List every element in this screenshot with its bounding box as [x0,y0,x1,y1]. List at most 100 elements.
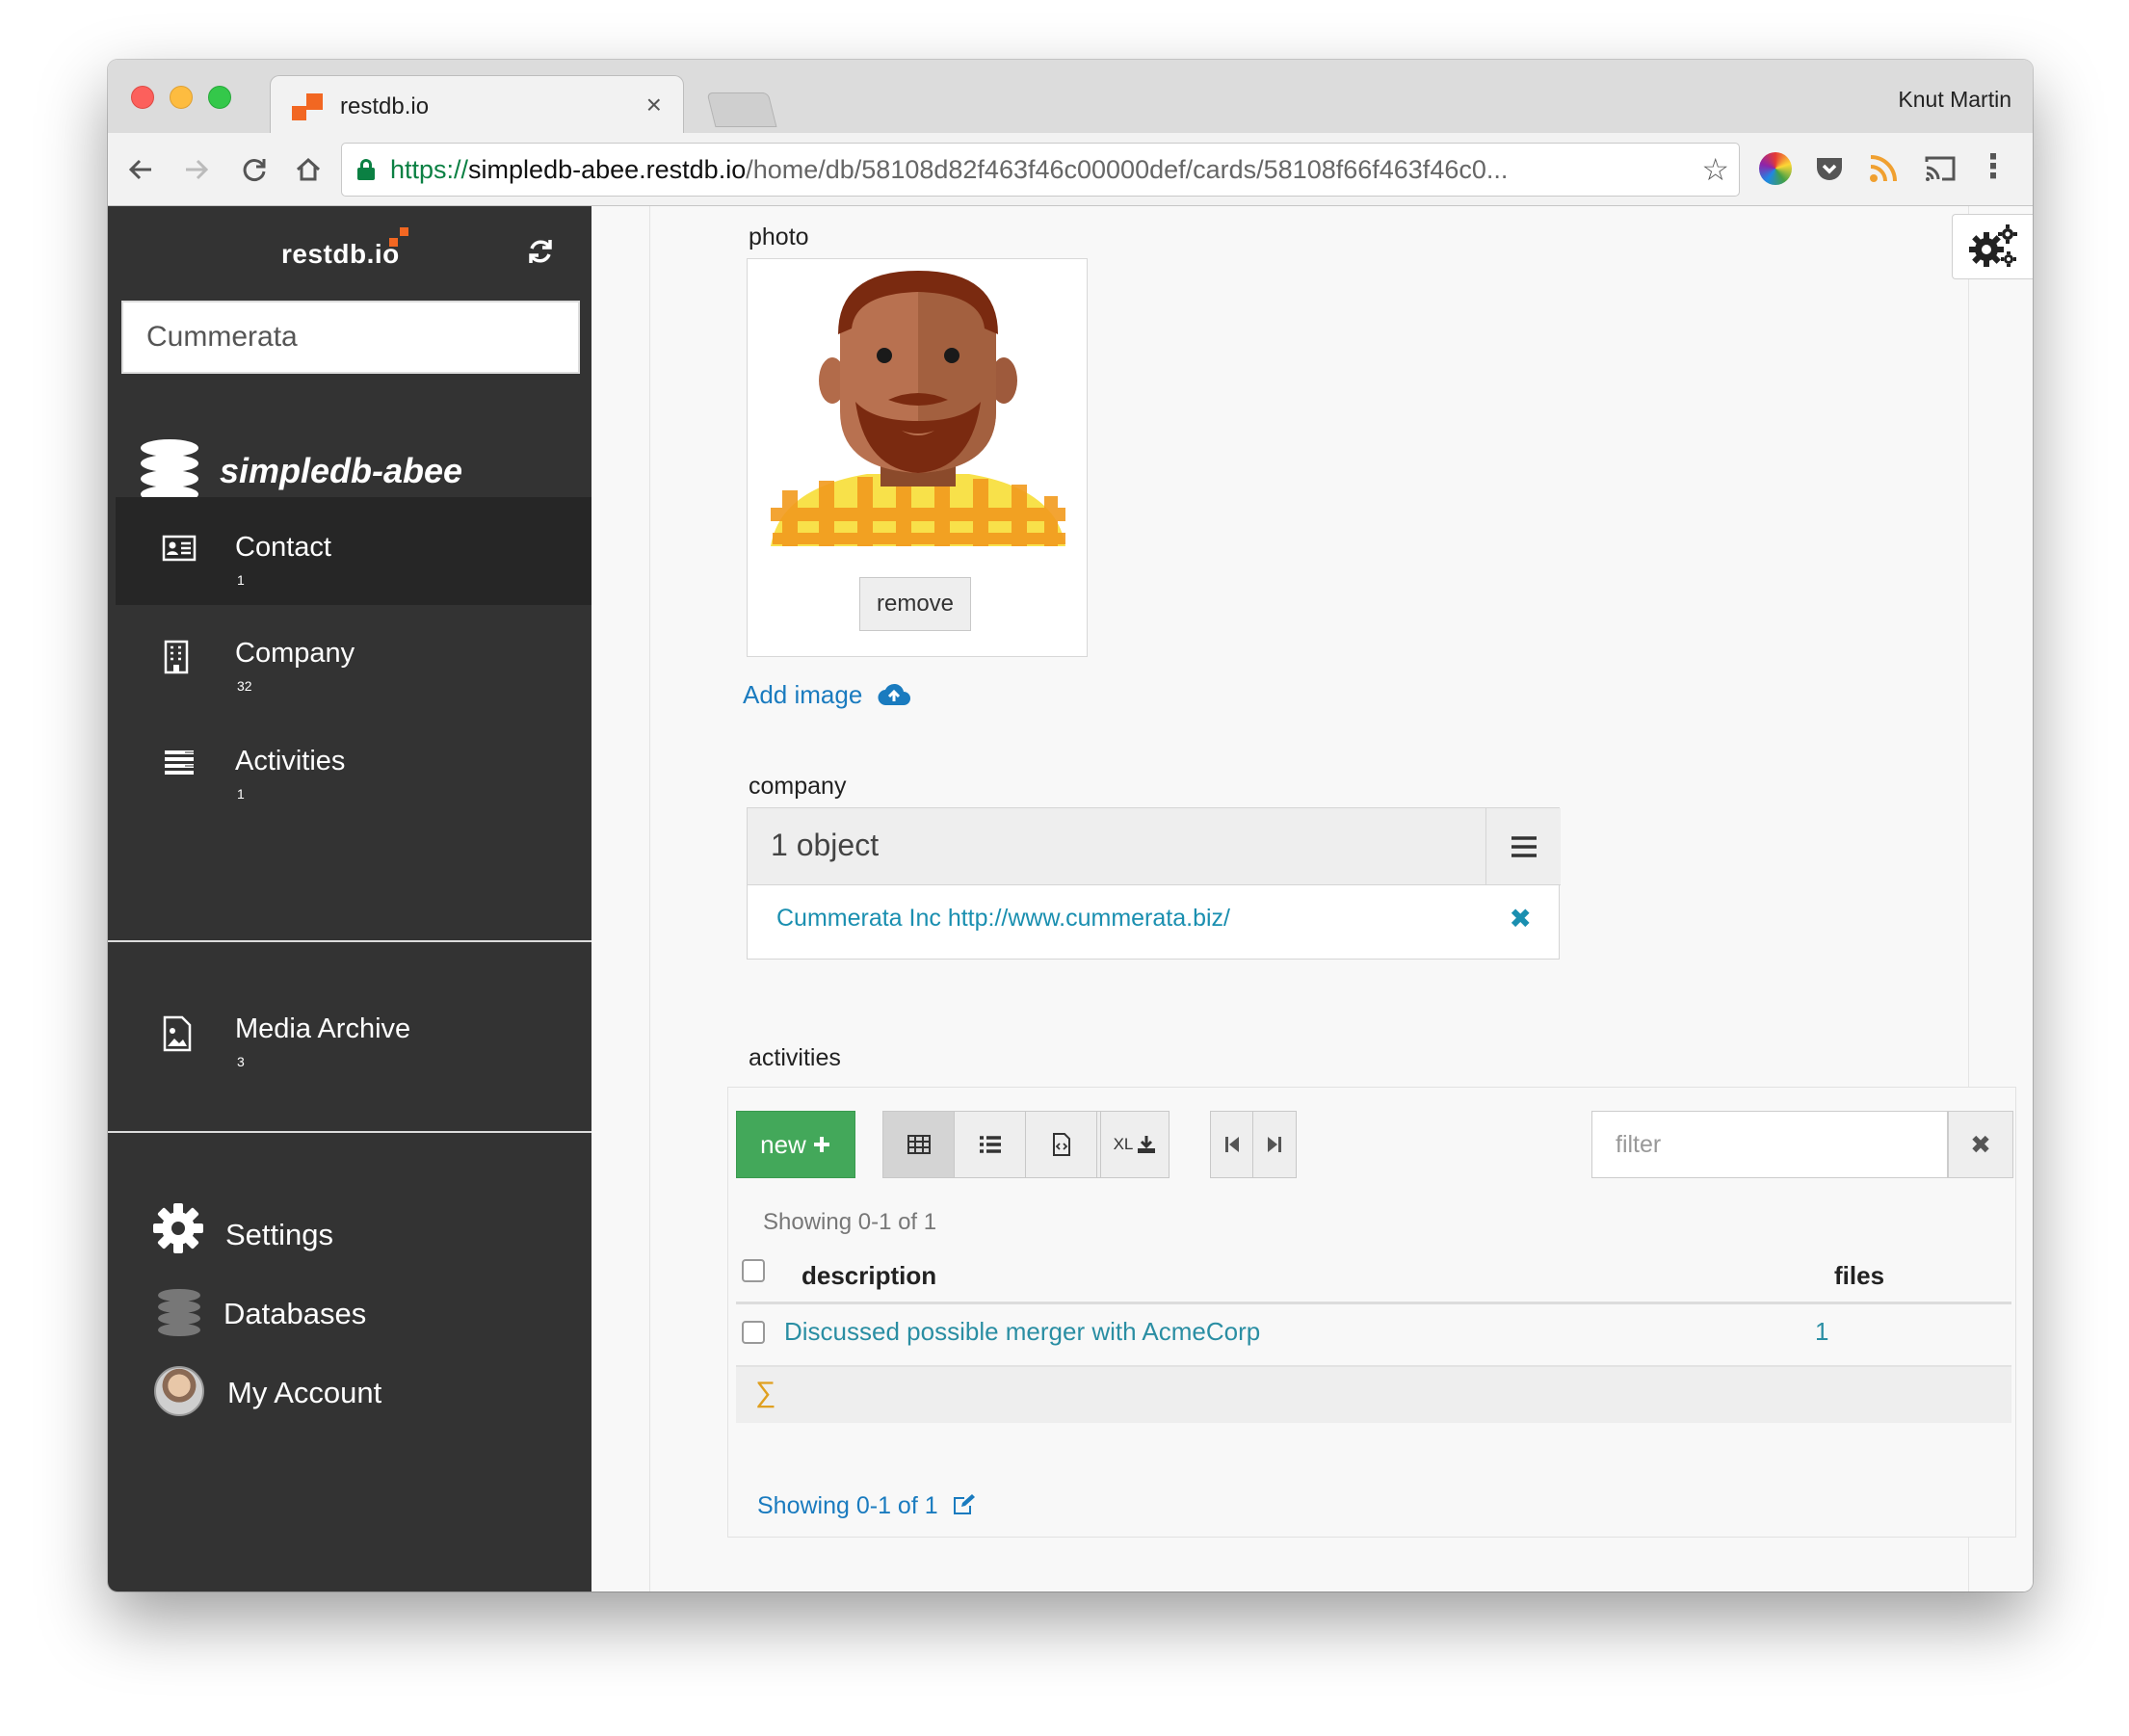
sidebar-item-count: 32 [237,678,252,694]
company-count: 1 object [771,828,880,862]
add-image-label: Add image [743,680,863,709]
color-picker-extension-icon[interactable] [1759,152,1792,185]
sidebar-item-contact[interactable]: Contact 1 [116,497,591,605]
select-all-checkbox[interactable] [742,1259,765,1282]
sidebar-item-label: Settings [225,1218,334,1251]
back-arrow-icon[interactable] [119,148,162,191]
bookmark-star-icon[interactable]: ☆ [1701,151,1729,188]
sidebar-item-media-archive[interactable]: Media Archive 3 [116,979,591,1087]
tab-strip: restdb.io × Knut Martin [108,60,2033,135]
company-field: 1 object Cummerata Inc http://www.cummer… [747,807,1561,960]
browser-tab[interactable]: restdb.io × [270,75,684,135]
main-content: photo remove Add image company 1 object … [591,206,2033,1591]
company-label: company [749,773,847,800]
step-forward-icon [1268,1137,1281,1152]
contact-card-icon [162,534,197,566]
list-view-button[interactable] [955,1112,1026,1177]
zoom-window-button[interactable] [208,86,231,109]
first-page-button[interactable] [1211,1112,1253,1177]
edit-icon [953,1494,975,1514]
plus-icon [813,1137,829,1152]
reload-icon[interactable] [233,148,276,191]
filter-input[interactable]: filter [1591,1111,1948,1178]
sidebar-item-count: 1 [237,786,245,802]
row-checkbox[interactable] [742,1321,765,1344]
lock-icon [357,159,375,180]
brand-mark-icon [389,227,408,247]
hamburger-menu-icon[interactable] [1485,808,1561,885]
browser-menu-icon[interactable]: ⋮ [1977,150,2010,185]
gears-icon [1968,224,2017,267]
sigma-icon[interactable]: ∑ [755,1377,775,1409]
clear-filter-icon[interactable]: ✖ [1948,1111,2013,1178]
image-file-icon [162,1015,197,1052]
table-row-files[interactable]: 1 [1815,1317,1828,1347]
sidebar-search-input[interactable]: Cummerata [121,301,580,374]
sidebar-item-count: 1 [237,572,245,588]
minimize-window-button[interactable] [170,86,193,109]
sidebar-item-company[interactable]: Company 32 [116,603,591,711]
url-text: https://simpledb-abee.restdb.io/home/db/… [390,155,1509,184]
export-excel-button[interactable]: XL [1101,1112,1169,1177]
photo-label: photo [749,224,809,250]
cast-icon[interactable] [1923,152,1956,185]
list-icon [979,1136,1001,1153]
restdb-favicon-icon [292,93,323,120]
company-header: 1 object [748,808,1561,885]
profile-name[interactable]: Knut Martin [1898,87,2011,113]
last-page-button[interactable] [1253,1112,1296,1177]
address-bar[interactable]: https://simpledb-abee.restdb.io/home/db/… [341,143,1740,197]
browser-window: restdb.io × Knut Martin https://simpledb… [108,60,2033,1591]
cloud-upload-icon [878,682,910,714]
record-count: Showing 0-1 of 1 [763,1209,937,1235]
sidebar-item-count: 3 [237,1054,245,1069]
table-view-button[interactable] [883,1112,955,1177]
step-backward-icon [1224,1137,1239,1152]
table-icon [907,1135,931,1154]
download-icon [1138,1136,1156,1153]
sidebar-item-label: Contact [235,532,331,563]
new-button-label: new [760,1129,806,1159]
code-view-button[interactable] [1026,1112,1097,1177]
sum-row: ∑ [736,1367,2011,1423]
sidebar-item-label: My Account [227,1376,382,1409]
remove-photo-button[interactable]: remove [859,577,971,631]
home-icon[interactable] [287,148,329,191]
company-item-link[interactable]: Cummerata Inc http://www.cummerata.biz/ [776,905,1230,933]
showing-link-label: Showing 0-1 of 1 [757,1492,938,1519]
column-header-files[interactable]: files [1834,1261,1884,1291]
forward-arrow-icon[interactable] [175,148,218,191]
database-header[interactable]: simpledb-abee development [108,410,591,512]
sidebar-item-label: Media Archive [235,1013,411,1044]
refresh-icon[interactable] [526,237,555,275]
database-icon [141,439,198,505]
rss-icon[interactable] [1867,152,1900,185]
settings-cog-button[interactable] [1952,214,2033,279]
code-file-icon [1052,1133,1070,1156]
new-activity-button[interactable]: new [736,1111,855,1178]
activities-label: activities [749,1044,841,1071]
tab-title: restdb.io [340,93,430,119]
person-avatar-image [771,271,1065,546]
column-header-description[interactable]: description [802,1261,936,1291]
pagination-group [1210,1111,1297,1178]
showing-link[interactable]: Showing 0-1 of 1 [757,1492,976,1520]
pocket-icon[interactable] [1813,152,1846,185]
add-image-link[interactable]: Add image [743,680,910,714]
list-icon [162,748,197,780]
sidebar-divider [108,1131,591,1133]
sidebar-item-my-account[interactable]: My Account [108,1362,591,1430]
sidebar-item-settings[interactable]: Settings [108,1197,591,1264]
remove-company-icon[interactable]: ✖ [1510,903,1532,934]
sidebar-item-activities[interactable]: Activities 1 [116,711,591,819]
sidebar: restdb.io Cummerata simpledb-abee develo… [108,206,591,1591]
table-row-description[interactable]: Discussed possible merger with AcmeCorp [784,1317,1260,1347]
new-tab-button[interactable] [706,92,777,127]
brand-logo[interactable]: restdb.io [281,239,400,270]
sidebar-item-databases[interactable]: Databases [108,1283,591,1351]
header-divider [736,1302,2011,1304]
building-icon [162,640,197,674]
close-window-button[interactable] [131,86,154,109]
tab-close-icon[interactable]: × [646,90,662,120]
photo-field: remove [747,258,1088,657]
